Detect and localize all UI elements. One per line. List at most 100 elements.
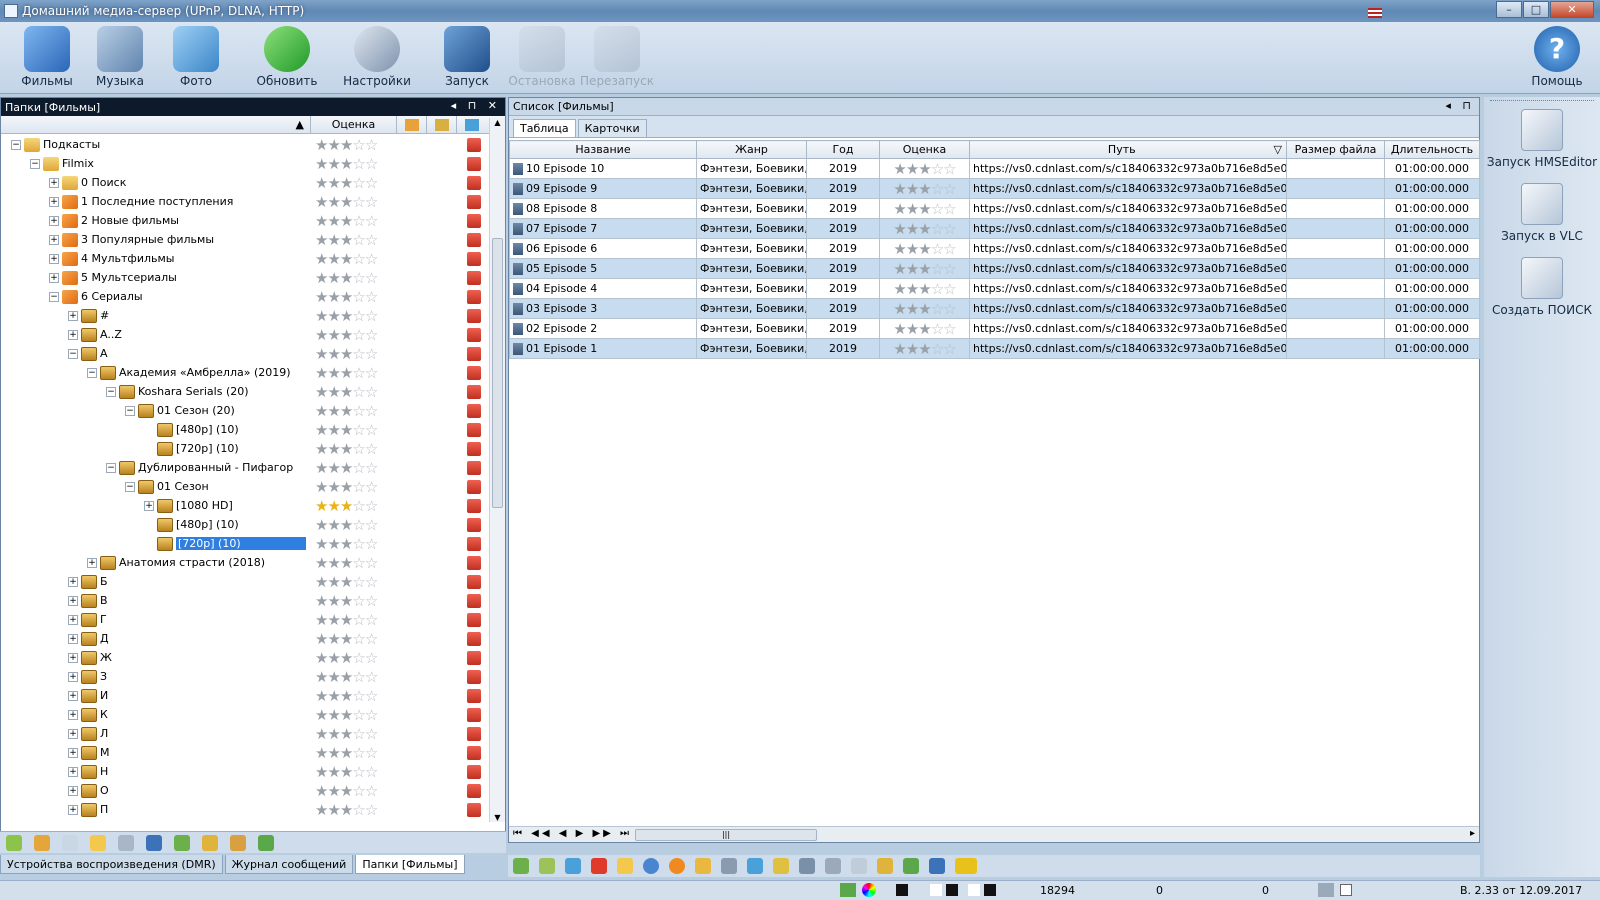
expand-icon[interactable]: + [68,729,78,739]
table-row[interactable]: 04 Episode 4 Фэнтези, Боевики, (2019 ★★★☆☆… [509,278,1480,299]
column-rating[interactable]: Оценка [879,140,970,159]
rating-stars[interactable]: ★★★☆☆ [315,402,378,420]
films-button[interactable]: Фильмы [10,24,84,92]
edit-icon[interactable] [539,858,555,874]
table-row[interactable]: 02 Episode 2 Фэнтези, Боевики, (2019 ★★★☆☆… [509,318,1480,339]
column-path[interactable]: Путь ▽ [969,140,1287,159]
expand-icon[interactable]: + [68,596,78,606]
weather-icon[interactable] [617,858,633,874]
cell-rating[interactable]: ★★★☆☆ [879,158,970,179]
cloud-icon[interactable] [90,835,106,851]
import-icon[interactable] [174,835,190,851]
tree-node[interactable]: + # ★★★☆☆ [1,307,489,326]
table-row[interactable]: 08 Episode 8 Фэнтези, Боевики, (2019 ★★★☆☆… [509,198,1480,219]
tree-node[interactable]: − А ★★★☆☆ [1,345,489,364]
table-row[interactable]: 05 Episode 5 Фэнтези, Боевики, (2019 ★★★☆☆… [509,258,1480,279]
script-icon-2[interactable] [903,858,919,874]
cell-rating[interactable]: ★★★☆☆ [879,278,970,299]
scroll-right-icon[interactable]: ▸ [1470,828,1475,839]
expand-icon[interactable]: + [68,710,78,720]
refresh-list-icon[interactable] [565,858,581,874]
tree-node[interactable]: − Koshara Serials (20) ★★★☆☆ [1,383,489,402]
collapse-icon[interactable]: − [11,140,21,150]
launch-vlc-button[interactable]: Запуск в VLC [1484,175,1600,249]
tree-node[interactable]: − Подкасты ★★★☆☆ [1,136,489,155]
rating-stars[interactable]: ★★★☆☆ [893,320,956,338]
cell-rating[interactable]: ★★★☆☆ [879,238,970,259]
tools-icon[interactable] [230,835,246,851]
tree-node[interactable]: [720p] (10) ★★★☆☆ [1,535,489,554]
chart-icon[interactable] [747,858,763,874]
record-navigation-buttons[interactable]: ⏮ ◀◀ ◀ ▶ ▶▶ ⏭ ◂ [513,828,646,839]
rating-stars[interactable]: ★★★☆☆ [893,240,956,258]
rating-stars[interactable]: ★★★☆☆ [315,440,378,458]
expand-icon[interactable]: + [68,786,78,796]
expand-icon[interactable]: + [68,767,78,777]
rating-stars[interactable]: ★★★☆☆ [315,231,378,249]
rating-stars[interactable]: ★★★☆☆ [315,516,378,534]
panel-pin-close-buttons[interactable]: ◂ ⊓ ✕ [451,99,501,112]
tab-folders[interactable]: Папки [Фильмы] [355,855,465,874]
tree-node[interactable]: + Ж ★★★☆☆ [1,649,489,668]
save-list-icon[interactable] [929,858,945,874]
cell-rating[interactable]: ★★★☆☆ [879,338,970,359]
rating-stars[interactable]: ★★★☆☆ [315,497,378,515]
column-duration[interactable]: Длительность [1384,140,1480,159]
scroll-up-icon[interactable]: ▲ [490,118,505,127]
expand-icon[interactable]: + [49,216,59,226]
add-folder-icon[interactable] [6,835,22,851]
name-column-header[interactable]: ▲ [1,116,311,133]
rating-stars[interactable]: ★★★☆☆ [315,630,378,648]
sound-icon[interactable] [799,858,815,874]
column-icon-1[interactable] [397,116,427,133]
cell-rating[interactable]: ★★★☆☆ [879,178,970,199]
collapse-icon[interactable]: − [49,292,59,302]
rating-stars[interactable]: ★★★☆☆ [893,160,956,178]
edit-folder-icon[interactable] [34,835,50,851]
rating-stars[interactable]: ★★★☆☆ [315,535,378,553]
scroll-down-icon[interactable]: ▼ [490,813,505,822]
collapse-icon[interactable]: − [125,482,135,492]
horizontal-scroll-thumb[interactable]: ||| [635,829,817,841]
expand-icon[interactable]: + [68,634,78,644]
expand-icon[interactable]: + [49,178,59,188]
rating-stars[interactable]: ★★★☆☆ [315,763,378,781]
rating-stars[interactable]: ★★★☆☆ [315,174,378,192]
rating-stars[interactable]: ★★★☆☆ [315,649,378,667]
tree-node[interactable]: + Н ★★★☆☆ [1,763,489,782]
rating-stars[interactable]: ★★★☆☆ [893,300,956,318]
column-filesize[interactable]: Размер файла [1286,140,1385,159]
imdb-icon[interactable] [955,858,977,874]
tree-node[interactable]: − 6 Сериалы ★★★☆☆ [1,288,489,307]
expand-icon[interactable]: + [68,805,78,815]
tag-icon[interactable] [773,858,789,874]
collapse-icon[interactable]: − [87,368,97,378]
language-flag-icon[interactable] [1368,8,1382,18]
rating-stars[interactable]: ★★★☆☆ [315,326,378,344]
expand-icon[interactable]: + [144,501,154,511]
collapse-icon[interactable]: − [68,349,78,359]
close-button[interactable]: ✕ [1550,1,1594,18]
column-year[interactable]: Год [806,140,880,159]
list-panel-pin-buttons[interactable]: ◂ ⊓ [1445,99,1475,112]
collapse-icon[interactable]: − [125,406,135,416]
filter-icon[interactable]: ▽ [1274,143,1282,156]
scroll-thumb[interactable] [492,238,503,508]
rating-stars[interactable]: ★★★☆☆ [893,220,956,238]
collapse-icon[interactable]: − [106,463,116,473]
table-row[interactable]: 10 Episode 10 Фэнтези, Боевики, (2019 ★★★☆… [509,158,1480,179]
list-icon[interactable] [825,858,841,874]
cell-rating[interactable]: ★★★☆☆ [879,198,970,219]
tree-node[interactable]: +0 Поиск ★★★☆☆ [1,174,489,193]
rating-stars[interactable]: ★★★☆☆ [315,687,378,705]
expand-icon[interactable]: + [68,615,78,625]
table-row[interactable]: 06 Episode 6 Фэнтези, Боевики, (2019 ★★★☆☆… [509,238,1480,259]
tree-node[interactable]: + И ★★★☆☆ [1,687,489,706]
expand-icon[interactable]: + [49,273,59,283]
column-icon-3[interactable] [457,116,487,133]
transcode-icon[interactable] [695,858,711,874]
table-row[interactable]: 01 Episode 1 Фэнтези, Боевики, (2019 ★★★☆☆… [509,338,1480,359]
tree-node[interactable]: + [1080 HD] ★★★☆☆ [1,497,489,516]
tree-node[interactable]: − Академия «Амбрелла» (2019) ★★★☆☆ [1,364,489,383]
rating-stars[interactable]: ★★★☆☆ [893,280,956,298]
